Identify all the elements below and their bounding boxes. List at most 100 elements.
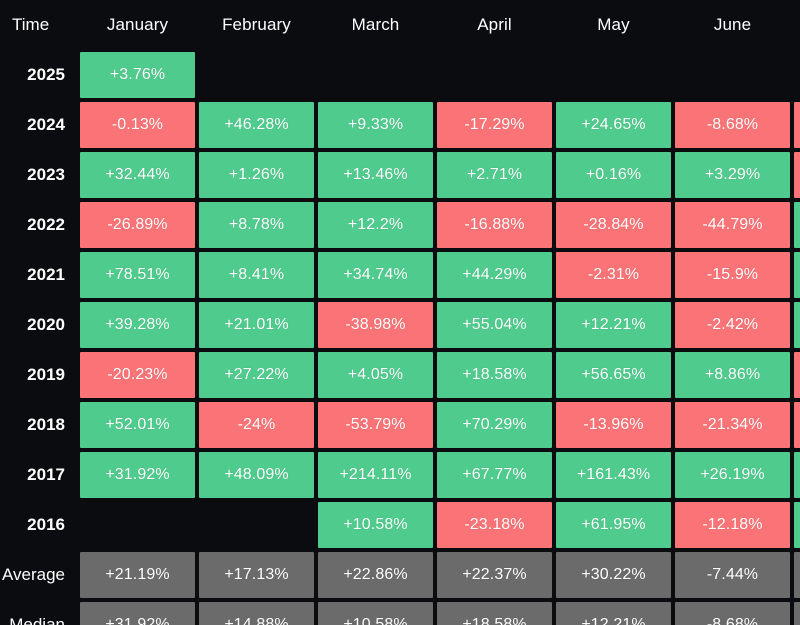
table-cell[interactable]: [80, 502, 195, 548]
table-cell[interactable]: +18.58%: [437, 352, 552, 398]
table-cell[interactable]: +12.21%: [556, 302, 671, 348]
table-cell[interactable]: -4.15%: [794, 152, 800, 198]
table-cell[interactable]: +31.92%: [80, 602, 195, 625]
table-cell[interactable]: +13.34%: [794, 552, 800, 598]
table-cell[interactable]: +13.46%: [318, 152, 433, 198]
table-cell[interactable]: +21.19%: [80, 552, 195, 598]
table-cell[interactable]: +24.65%: [556, 102, 671, 148]
table-cell[interactable]: -20.23%: [80, 352, 195, 398]
table-cell[interactable]: +15.63%: [794, 202, 800, 248]
table-cell[interactable]: +12.21%: [556, 602, 671, 625]
table-cell[interactable]: [675, 52, 790, 98]
table-cell[interactable]: +9.33%: [318, 102, 433, 148]
table-cell[interactable]: -17.29%: [437, 102, 552, 148]
table-cell[interactable]: [318, 52, 433, 98]
table-cell[interactable]: +10.58%: [318, 602, 433, 625]
table-cell[interactable]: +70.29%: [437, 402, 552, 448]
table-cell[interactable]: +0.16%: [556, 152, 671, 198]
table-cell[interactable]: +6.54%: [794, 252, 800, 298]
table-cell[interactable]: +10.58%: [318, 502, 433, 548]
table-cell[interactable]: +22.86%: [318, 552, 433, 598]
row-header-median[interactable]: Median: [0, 600, 78, 625]
table-cell[interactable]: +31.92%: [80, 452, 195, 498]
table-cell[interactable]: -44.79%: [675, 202, 790, 248]
row-header-2017[interactable]: 2017: [0, 450, 78, 500]
table-cell[interactable]: -53.79%: [318, 402, 433, 448]
table-cell[interactable]: +1.26%: [199, 152, 314, 198]
table-cell[interactable]: +8.78%: [199, 202, 314, 248]
table-cell[interactable]: +18.58%: [437, 602, 552, 625]
column-header-july[interactable]: July: [792, 0, 800, 50]
table-cell[interactable]: +32.44%: [80, 152, 195, 198]
table-cell[interactable]: +56.65%: [556, 352, 671, 398]
table-cell[interactable]: -8.68%: [675, 102, 790, 148]
table-cell[interactable]: +3.29%: [675, 152, 790, 198]
table-cell[interactable]: +39.28%: [80, 302, 195, 348]
table-cell[interactable]: -13.96%: [556, 402, 671, 448]
table-cell[interactable]: +8.41%: [199, 252, 314, 298]
table-cell[interactable]: -16.88%: [437, 202, 552, 248]
table-cell[interactable]: +26.19%: [675, 452, 790, 498]
table-cell[interactable]: -15.9%: [675, 252, 790, 298]
row-header-2023[interactable]: 2023: [0, 150, 78, 200]
table-cell[interactable]: +6.54%: [794, 602, 800, 625]
table-cell[interactable]: +63.42%: [794, 452, 800, 498]
table-cell[interactable]: [199, 52, 314, 98]
table-cell[interactable]: -1.95%: [794, 402, 800, 448]
table-cell[interactable]: +67.77%: [437, 452, 552, 498]
table-cell[interactable]: -2.31%: [556, 252, 671, 298]
table-cell[interactable]: [199, 502, 314, 548]
table-cell[interactable]: -2.42%: [675, 302, 790, 348]
table-cell[interactable]: +8.86%: [675, 352, 790, 398]
row-header-2024[interactable]: 2024: [0, 100, 78, 150]
table-cell[interactable]: +12.2%: [318, 202, 433, 248]
table-cell[interactable]: -23.18%: [437, 502, 552, 548]
table-cell[interactable]: +214.11%: [318, 452, 433, 498]
table-cell[interactable]: -8.68%: [675, 602, 790, 625]
table-cell[interactable]: +34.74%: [318, 252, 433, 298]
table-cell[interactable]: +2.71%: [437, 152, 552, 198]
table-cell[interactable]: +42.37%: [794, 302, 800, 348]
table-cell[interactable]: +161.43%: [556, 452, 671, 498]
row-header-2018[interactable]: 2018: [0, 400, 78, 450]
table-cell[interactable]: -7.44%: [675, 552, 790, 598]
table-cell[interactable]: +46.28%: [199, 102, 314, 148]
row-header-2019[interactable]: 2019: [0, 350, 78, 400]
table-cell[interactable]: +78.51%: [80, 252, 195, 298]
table-cell[interactable]: +44.29%: [437, 252, 552, 298]
table-cell[interactable]: +52.01%: [80, 402, 195, 448]
table-cell[interactable]: -0.13%: [80, 102, 195, 148]
table-cell[interactable]: +3.76%: [80, 52, 195, 98]
column-header-february[interactable]: February: [197, 0, 316, 50]
table-cell[interactable]: [794, 52, 800, 98]
column-header-may[interactable]: May: [554, 0, 673, 50]
table-cell[interactable]: [556, 52, 671, 98]
table-cell[interactable]: +22.37%: [437, 552, 552, 598]
table-cell[interactable]: +8.47%: [794, 502, 800, 548]
table-cell[interactable]: +4.05%: [318, 352, 433, 398]
row-header-2025[interactable]: 2025: [0, 50, 78, 100]
table-cell[interactable]: [437, 52, 552, 98]
table-cell[interactable]: -28.84%: [556, 202, 671, 248]
table-cell[interactable]: -6.77%: [794, 352, 800, 398]
column-header-january[interactable]: January: [78, 0, 197, 50]
table-cell[interactable]: -24%: [199, 402, 314, 448]
row-header-2016[interactable]: 2016: [0, 500, 78, 550]
table-cell[interactable]: -12.18%: [675, 502, 790, 548]
table-cell[interactable]: +14.88%: [199, 602, 314, 625]
table-cell[interactable]: -38.98%: [318, 302, 433, 348]
table-cell[interactable]: +17.13%: [199, 552, 314, 598]
column-header-april[interactable]: April: [435, 0, 554, 50]
column-header-june[interactable]: June: [673, 0, 792, 50]
table-cell[interactable]: +61.95%: [556, 502, 671, 548]
table-cell[interactable]: -26.89%: [80, 202, 195, 248]
row-header-2021[interactable]: 2021: [0, 250, 78, 300]
table-cell[interactable]: +21.01%: [199, 302, 314, 348]
table-cell[interactable]: -21.34%: [675, 402, 790, 448]
table-cell[interactable]: +27.22%: [199, 352, 314, 398]
table-cell[interactable]: +55.04%: [437, 302, 552, 348]
table-cell[interactable]: +48.09%: [199, 452, 314, 498]
row-header-2020[interactable]: 2020: [0, 300, 78, 350]
row-header-average[interactable]: Average: [0, 550, 78, 600]
row-header-2022[interactable]: 2022: [0, 200, 78, 250]
